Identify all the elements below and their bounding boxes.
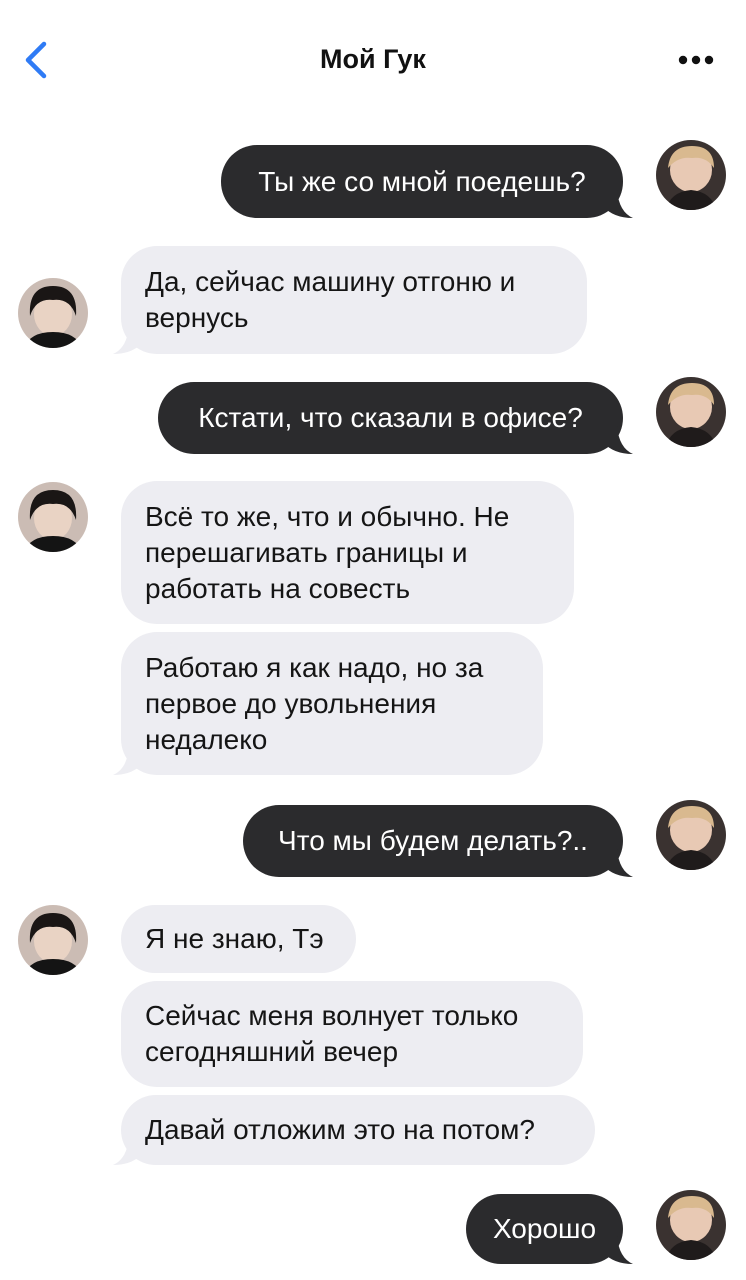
contact-avatar[interactable] [18, 482, 88, 552]
message-text: Давай отложим это на потом? [145, 1114, 535, 1145]
avatar-image [656, 377, 726, 447]
message-bubble-incoming[interactable]: Давай отложим это на потом? [121, 1095, 595, 1165]
my-avatar[interactable] [656, 800, 726, 870]
message-text: Что мы будем делать?.. [278, 825, 588, 856]
my-avatar[interactable] [656, 140, 726, 210]
message-text: Да, сейчас машину отгоню и вернусь [145, 266, 516, 333]
nav-bar: Мой Гук [0, 0, 746, 120]
my-avatar[interactable] [656, 1190, 726, 1260]
message-bubble-outgoing[interactable]: Кстати, что сказали в офисе? [158, 382, 623, 454]
avatar-image [18, 278, 88, 348]
message-bubble-outgoing[interactable]: Что мы будем делать?.. [243, 805, 623, 877]
bubble-tail [113, 1137, 143, 1165]
message-bubble-incoming[interactable]: Я не знаю, Тэ [121, 905, 356, 973]
ellipsis-icon [678, 55, 714, 65]
bubble-tail [603, 849, 633, 877]
message-text: Кстати, что сказали в офисе? [198, 402, 583, 433]
my-avatar[interactable] [656, 377, 726, 447]
bubble-tail [603, 1236, 633, 1264]
message-text: Ты же со мной поедешь? [258, 165, 586, 197]
message-bubble-incoming[interactable]: Да, сейчас машину отгоню и вернусь [121, 246, 587, 354]
avatar-image [18, 482, 88, 552]
bubble-tail [603, 426, 633, 454]
chat-screen: Мой Гук Ты же со мной поедешь? Да, сейча… [0, 0, 746, 1280]
avatar-image [656, 140, 726, 210]
message-bubble-incoming[interactable]: Сейчас меня волнует только сегодняшний в… [121, 981, 583, 1087]
more-button[interactable] [676, 46, 716, 74]
chat-title: Мой Гук [320, 44, 426, 74]
message-bubble-incoming[interactable]: Всё то же, что и обычно. Не перешагивать… [121, 481, 574, 624]
message-bubble-incoming[interactable]: Работаю я как надо, но за первое до увол… [121, 632, 543, 775]
avatar-image [656, 800, 726, 870]
message-text: Всё то же, что и обычно. Не перешагивать… [145, 500, 510, 604]
message-bubble-outgoing[interactable]: Хорошо [466, 1194, 623, 1264]
avatar-image [18, 905, 88, 975]
message-text: Сейчас меня волнует только сегодняшний в… [145, 1000, 519, 1067]
bubble-tail [603, 190, 633, 218]
bubble-tail [113, 326, 143, 354]
contact-avatar[interactable] [18, 905, 88, 975]
message-text: Хорошо [492, 1213, 597, 1244]
message-bubble-outgoing[interactable]: Ты же со мной поедешь? [221, 145, 623, 218]
message-text: Я не знаю, Тэ [145, 923, 324, 954]
contact-avatar[interactable] [18, 278, 88, 348]
message-text: Работаю я как надо, но за первое до увол… [145, 651, 484, 755]
avatar-image [656, 1190, 726, 1260]
bubble-tail [113, 747, 143, 775]
